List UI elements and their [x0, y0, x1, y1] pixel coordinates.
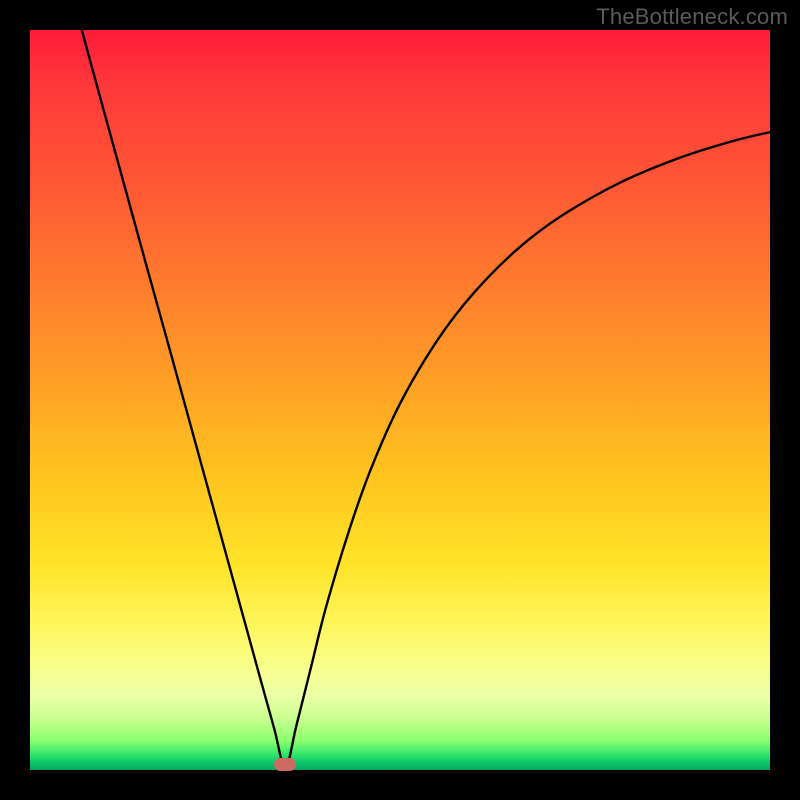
watermark-text: TheBottleneck.com [596, 4, 788, 30]
curve-path [82, 30, 770, 768]
minimum-marker [274, 758, 296, 771]
bottleneck-curve [30, 30, 770, 770]
chart-frame: TheBottleneck.com [0, 0, 800, 800]
plot-area [30, 30, 770, 770]
